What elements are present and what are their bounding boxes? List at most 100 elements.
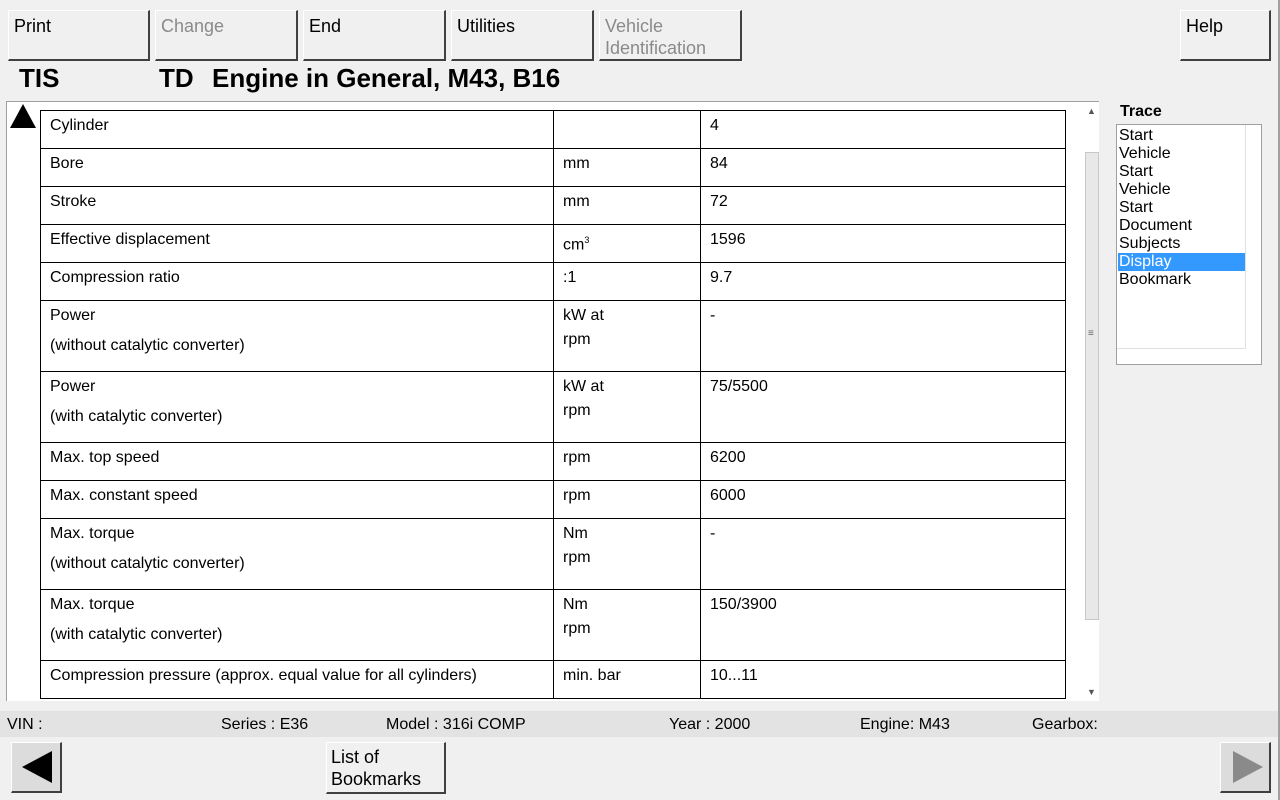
unit-cell: rpm: [553, 442, 701, 481]
trace-item[interactable]: Start: [1118, 199, 1245, 217]
table-row: Power (with catalytic converter) kW at rpm 7…: [40, 371, 1066, 443]
unit-secondary: rpm: [563, 402, 591, 419]
utilities-button[interactable]: Utilities: [451, 10, 594, 61]
param-cell: Power (without catalytic converter): [40, 300, 554, 372]
table-row: Bore mm 84: [40, 148, 1066, 187]
value-cell: 150/3900: [700, 589, 1066, 661]
bookmarks-label-2: Bookmarks: [331, 769, 422, 789]
param-cell: Power (with catalytic converter): [40, 371, 554, 443]
table-row: Power (without catalytic converter) kW at r…: [40, 300, 1066, 372]
unit: rpm: [563, 449, 591, 466]
app-label: TIS: [19, 63, 60, 93]
trace-item[interactable]: Subjects: [1118, 235, 1245, 253]
param-name: Max. torque: [50, 596, 135, 613]
spec-table: Cylinder 4 Bore mm 84 Stroke mm 72 Effective dis…: [40, 110, 1066, 699]
param-name: Max. top speed: [50, 449, 160, 466]
trace-item[interactable]: Start: [1118, 163, 1245, 181]
value-cell: -: [700, 518, 1066, 590]
print-button[interactable]: Print: [8, 10, 150, 61]
change-button[interactable]: Change: [155, 10, 298, 61]
right-triangle-icon: [1233, 751, 1263, 783]
param-cell: Max. torque (without catalytic converter): [40, 518, 554, 590]
up-arrow-icon[interactable]: [10, 104, 36, 128]
param-cell: Max. constant speed: [40, 480, 554, 519]
value-cell: -: [700, 300, 1066, 372]
trace-horizontal-scrollbar[interactable]: [1117, 348, 1246, 364]
param-name: Effective displacement: [50, 231, 210, 248]
unit-cell: :1: [553, 262, 701, 301]
trace-item[interactable]: Vehicle: [1118, 181, 1245, 199]
unit-secondary: rpm: [563, 331, 591, 348]
param-cell: Max. torque (with catalytic converter): [40, 589, 554, 661]
unit-cell: kW at rpm: [553, 300, 701, 372]
unit: kW at: [563, 378, 604, 395]
value-cell: 6000: [700, 480, 1066, 519]
list-of-bookmarks-button[interactable]: List of Bookmarks: [326, 742, 446, 794]
unit-cell: [553, 110, 701, 149]
vehicle-identification-button[interactable]: Vehicle Identification: [599, 10, 742, 61]
param-note: (without catalytic converter): [50, 555, 245, 572]
param-cell: Compression pressure (approx. equal valu…: [40, 660, 554, 699]
status-bar: VIN : Series : E36 Model : 316i COMP Yea…: [0, 711, 1280, 737]
param-cell: Stroke: [40, 186, 554, 225]
scroll-down-icon[interactable]: ▼: [1087, 687, 1096, 697]
trace-item[interactable]: Vehicle: [1118, 145, 1245, 163]
value-cell: 1596: [700, 224, 1066, 263]
param-cell: Effective displacement: [40, 224, 554, 263]
help-button[interactable]: Help: [1180, 10, 1271, 61]
value-cell: 10...11: [700, 660, 1066, 699]
unit: min. bar: [563, 667, 621, 684]
trace-list[interactable]: Start Vehicle Start Vehicle Start Document Sub…: [1116, 124, 1262, 365]
back-button[interactable]: [11, 742, 62, 793]
unit: mm: [563, 193, 590, 210]
trace-item[interactable]: Document: [1118, 217, 1245, 235]
param-cell: Bore: [40, 148, 554, 187]
document-content[interactable]: Cylinder 4 Bore mm 84 Stroke mm 72 Effective dis…: [6, 101, 1099, 701]
table-row: Effective displacement cm3 1596: [40, 224, 1066, 263]
table-row: Max. torque (without catalytic converter)…: [40, 518, 1066, 590]
trace-label: Trace: [1120, 103, 1162, 120]
unit-cell: mm: [553, 186, 701, 225]
table-row: Max. constant speed rpm 6000: [40, 480, 1066, 519]
value-cell: 9.7: [700, 262, 1066, 301]
param-name: Compression pressure (approx. equal valu…: [50, 667, 477, 684]
param-name: Power: [50, 378, 96, 395]
forward-button[interactable]: [1220, 742, 1271, 793]
trace-item[interactable]: Display: [1118, 253, 1245, 271]
param-name: Power: [50, 307, 96, 324]
trace-item[interactable]: Bookmark: [1118, 271, 1245, 289]
table-row: Max. torque (with catalytic converter) Nm r…: [40, 589, 1066, 661]
unit-cell: mm: [553, 148, 701, 187]
param-cell: Max. top speed: [40, 442, 554, 481]
value-cell: 4: [700, 110, 1066, 149]
value-cell: 72: [700, 186, 1066, 225]
unit: rpm: [563, 487, 591, 504]
unit-secondary: rpm: [563, 620, 591, 637]
trace-item[interactable]: Start: [1118, 127, 1245, 145]
value-cell: 75/5500: [700, 371, 1066, 443]
scroll-up-icon[interactable]: ▲: [1087, 106, 1096, 116]
trace-vertical-scrollbar[interactable]: [1245, 125, 1261, 349]
unit-cell: min. bar: [553, 660, 701, 699]
param-name: Max. constant speed: [50, 487, 198, 504]
unit: kW at: [563, 307, 604, 324]
status-model: Model : 316i COMP: [386, 716, 526, 733]
table-row: Compression ratio :1 9.7: [40, 262, 1066, 301]
status-vin: VIN :: [7, 716, 43, 733]
value-cell: 84: [700, 148, 1066, 187]
scroll-thumb[interactable]: [1085, 152, 1099, 620]
unit-cell: kW at rpm: [553, 371, 701, 443]
unit-cell: rpm: [553, 480, 701, 519]
unit: :1: [563, 269, 577, 286]
param-note: (with catalytic converter): [50, 408, 223, 425]
param-name: Compression ratio: [50, 269, 180, 286]
param-cell: Compression ratio: [40, 262, 554, 301]
param-name: Max. torque: [50, 525, 135, 542]
unit-superscript: 3: [584, 235, 590, 245]
vertical-scrollbar[interactable]: ▲ ≡ ▼: [1085, 102, 1099, 701]
table-row: Compression pressure (approx. equal valu…: [40, 660, 1066, 699]
unit: Nm: [563, 596, 588, 613]
end-button[interactable]: End: [303, 10, 446, 61]
bookmarks-label-1: List of: [331, 747, 380, 767]
param-name: Bore: [50, 155, 84, 172]
